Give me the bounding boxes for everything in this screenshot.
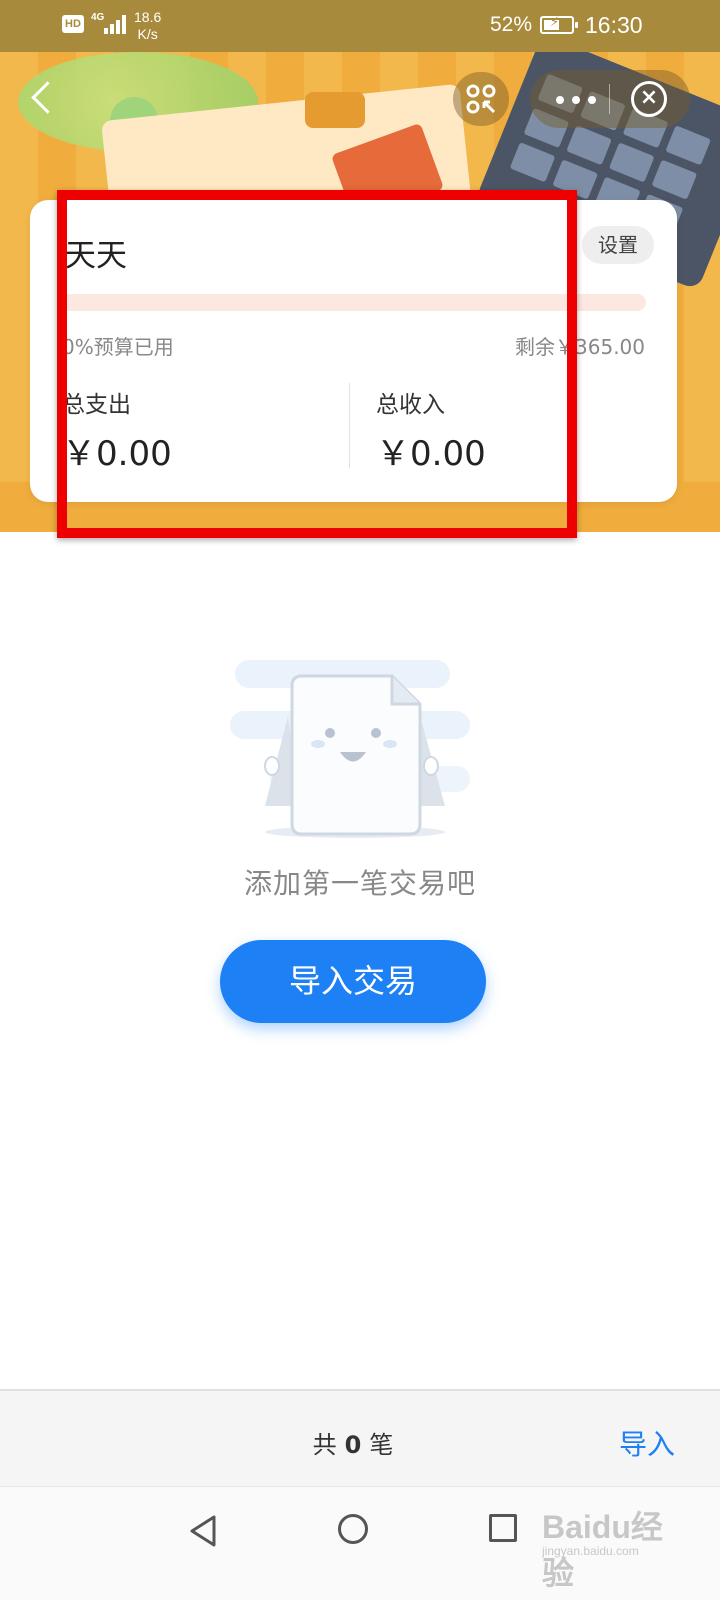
network-type: 4G [91,12,105,23]
nav-home-icon[interactable] [338,1514,368,1544]
more-button[interactable] [548,84,604,114]
close-circle-icon: × [639,85,659,110]
empty-state-message: 添加第一笔交易吧 [243,867,476,900]
watermark: Baidu经验 jingyan.baidu.com [540,1502,680,1591]
count-value: 0 [344,1431,362,1459]
hd-badge: HD [62,15,84,33]
scan-button[interactable] [453,72,509,126]
watermark-sub: jingyan.baidu.com [542,1544,639,1558]
clip-decoration [305,92,365,128]
divider [349,383,350,468]
network-speed-value: 18.6 [134,9,162,25]
transaction-count: 共0笔 [0,1425,706,1460]
battery-icon: ⚡ [540,15,578,34]
income-label: 总收入 [376,392,445,418]
budget-title: 天天 [65,238,127,274]
import-transactions-button[interactable]: 导入交易 [220,940,486,1023]
budget-card: 天天 设置 0%预算已用 剩余￥365.00 总支出 ￥0.00 总收入 ￥0.… [30,200,677,502]
status-bar: HD 4G 18.6 K/s 52% ⚡ 16:30 [0,0,720,52]
settings-button[interactable]: 设置 [582,226,654,264]
expense-value: ￥0.00 [62,434,172,474]
clock: 16:30 [585,12,643,38]
network-speed: 18.6 K/s [134,9,161,43]
budget-progress-bar [62,294,646,311]
budget-remaining-text: 剩余￥365.00 [515,335,645,359]
count-prefix: 共 [312,1431,337,1459]
count-suffix: 笔 [369,1431,394,1459]
back-button[interactable] [28,80,58,120]
close-button[interactable]: × [631,81,667,117]
battery-percent: 52% [490,13,533,36]
import-link[interactable]: 导入 [619,1423,675,1463]
expense-label: 总支出 [62,392,131,418]
signal-icon [104,14,128,34]
bottom-bar: 共0笔 导入 [0,1389,720,1487]
empty-document-illustration [230,660,470,838]
income-value: ￥0.00 [376,434,486,474]
budget-used-text: 0%预算已用 [62,335,174,359]
network-speed-unit: K/s [137,26,158,42]
mini-program-capsule: × [530,70,690,128]
nav-recent-icon[interactable] [489,1514,517,1542]
scan-icon [466,84,496,114]
nav-back-icon[interactable] [188,1514,218,1548]
